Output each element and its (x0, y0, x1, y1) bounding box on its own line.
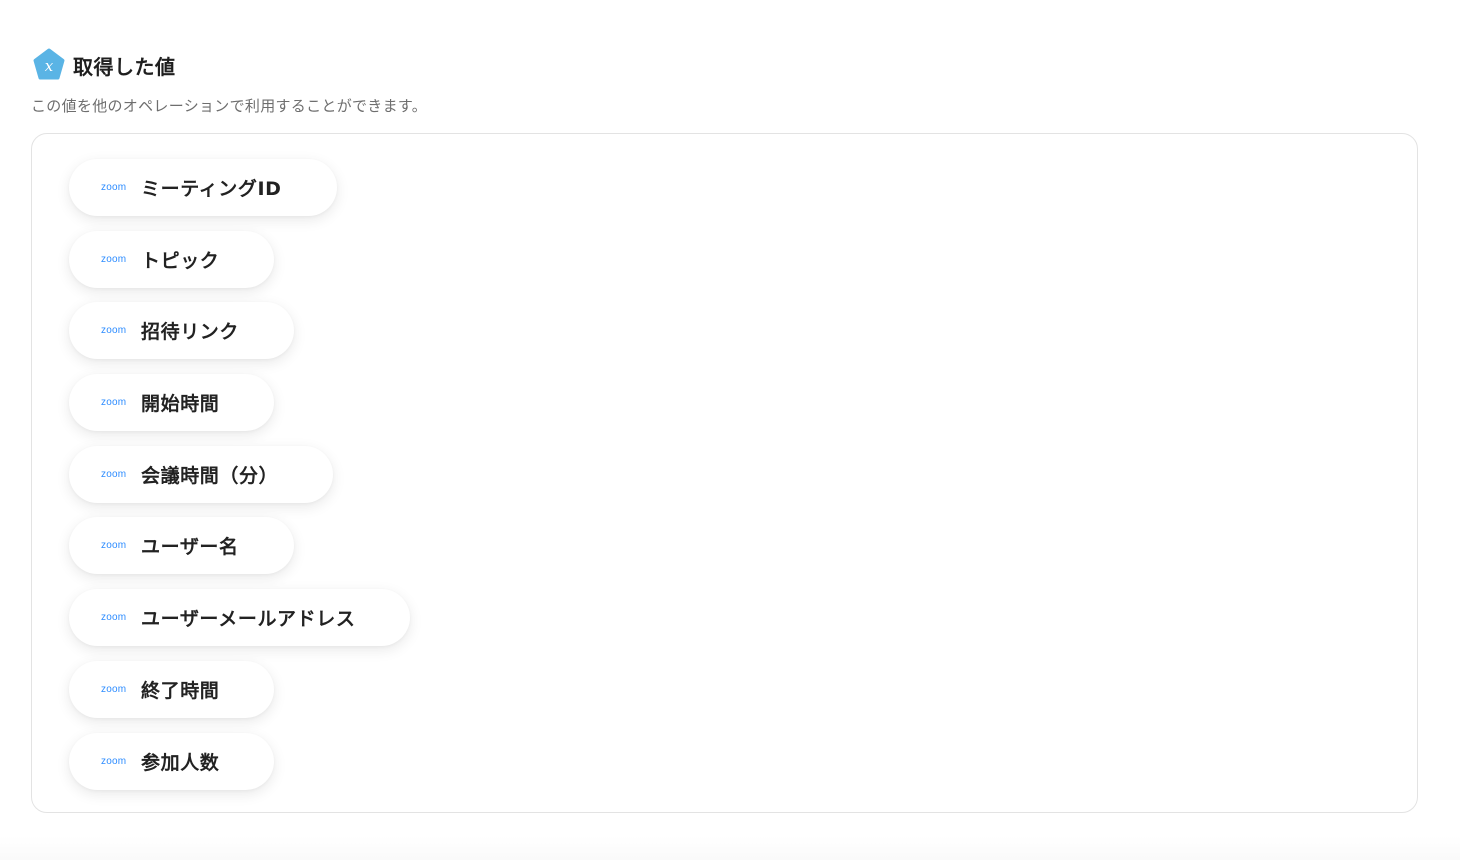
zoom-logo-icon: zoom (101, 325, 127, 337)
zoom-logo-icon: zoom (101, 683, 127, 695)
value-chip-label: ユーザーメールアドレス (141, 608, 356, 631)
value-chip-user-email[interactable]: zoom ユーザーメールアドレス (69, 589, 411, 647)
section-description: この値を他のオペレーションで利用することができます。 (31, 97, 428, 115)
value-chip-label: 開始時間 (141, 393, 220, 416)
section-title: 取得した値 (73, 54, 176, 79)
value-chip-start-time[interactable]: zoom 開始時間 (69, 374, 275, 432)
value-chip-label: ミーティングID (141, 178, 282, 200)
value-chip-label: 終了時間 (141, 679, 220, 702)
value-chip-label: 会議時間（分） (141, 464, 279, 487)
value-chip-topic[interactable]: zoom トピック (69, 230, 275, 288)
value-chip-meeting-id[interactable]: zoom ミーティングID (69, 159, 337, 216)
section-header: x 取得した値 (32, 48, 176, 82)
value-list: zoom ミーティングID zoom トピック zoom 招待リンク zoom … (69, 159, 411, 804)
value-chip-duration[interactable]: zoom 会議時間（分） (69, 445, 334, 503)
value-chip-participants[interactable]: zoom 参加人数 (69, 732, 275, 790)
zoom-logo-icon: zoom (101, 182, 127, 193)
value-chip-label: トピック (141, 249, 220, 272)
zoom-logo-icon: zoom (101, 397, 127, 409)
zoom-logo-icon: zoom (101, 540, 127, 552)
zoom-logo-icon: zoom (101, 755, 127, 767)
zoom-logo-icon: zoom (101, 253, 127, 265)
value-chip-invite-link[interactable]: zoom 招待リンク (69, 302, 295, 360)
bottom-divider (0, 836, 1460, 860)
value-chip-label: ユーザー名 (141, 536, 239, 559)
variable-x-icon: x (33, 48, 65, 80)
value-chip-label: 招待リンク (141, 321, 240, 344)
value-chip-end-time[interactable]: zoom 終了時間 (69, 660, 275, 718)
values-panel: zoom ミーティングID zoom トピック zoom 招待リンク zoom … (31, 133, 1418, 813)
svg-text:x: x (45, 57, 54, 75)
value-chip-user-name[interactable]: zoom ユーザー名 (69, 517, 294, 575)
zoom-logo-icon: zoom (101, 612, 127, 624)
zoom-logo-icon: zoom (101, 468, 127, 480)
value-chip-label: 参加人数 (141, 751, 220, 774)
